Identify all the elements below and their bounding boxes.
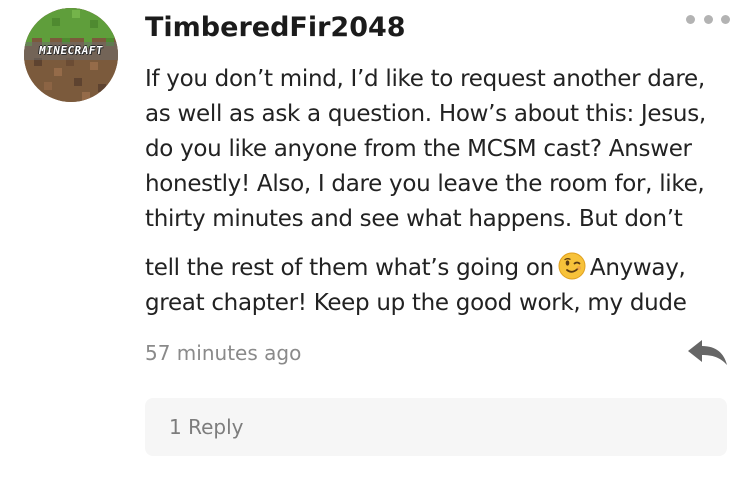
view-replies-button[interactable]: 1 Reply (145, 398, 727, 456)
comment-line: If you don’t mind, I’d like to request a… (145, 66, 705, 92)
comment-line: great chapter! Keep up the good work, my… (145, 290, 687, 316)
username[interactable]: TimberedFir2048 (145, 10, 406, 46)
replies-count-label: 1 Reply (169, 415, 244, 439)
comment-line: honestly! Also, I dare you leave the roo… (145, 171, 705, 197)
winking-face-emoji-icon (558, 252, 586, 280)
comment-line: thirty minutes and see what happens. But… (145, 206, 683, 232)
comment-body: If you don’t mind, I’d like to request a… (145, 62, 735, 321)
timestamp: 57 minutes ago (145, 341, 302, 365)
comment-line-text: tell the rest of them what’s going on (145, 255, 554, 281)
more-dots-icon (703, 14, 713, 24)
comment-line-text: Anyway, (589, 255, 686, 281)
comment-line: do you like anyone from the MCSM cast? A… (145, 136, 692, 162)
reply-button[interactable] (686, 336, 730, 368)
avatar-logo-text: MINECRAFT (38, 44, 104, 57)
more-options-button[interactable] (686, 10, 730, 28)
more-dots-icon (721, 14, 730, 24)
comment-line: as well as ask a question. How’s about t… (145, 101, 706, 127)
reply-arrow-icon (688, 340, 727, 365)
comment-line: tell the rest of them what’s going on An… (145, 251, 735, 286)
more-dots-icon (686, 14, 695, 24)
avatar[interactable]: MINECRAFT (24, 8, 118, 102)
